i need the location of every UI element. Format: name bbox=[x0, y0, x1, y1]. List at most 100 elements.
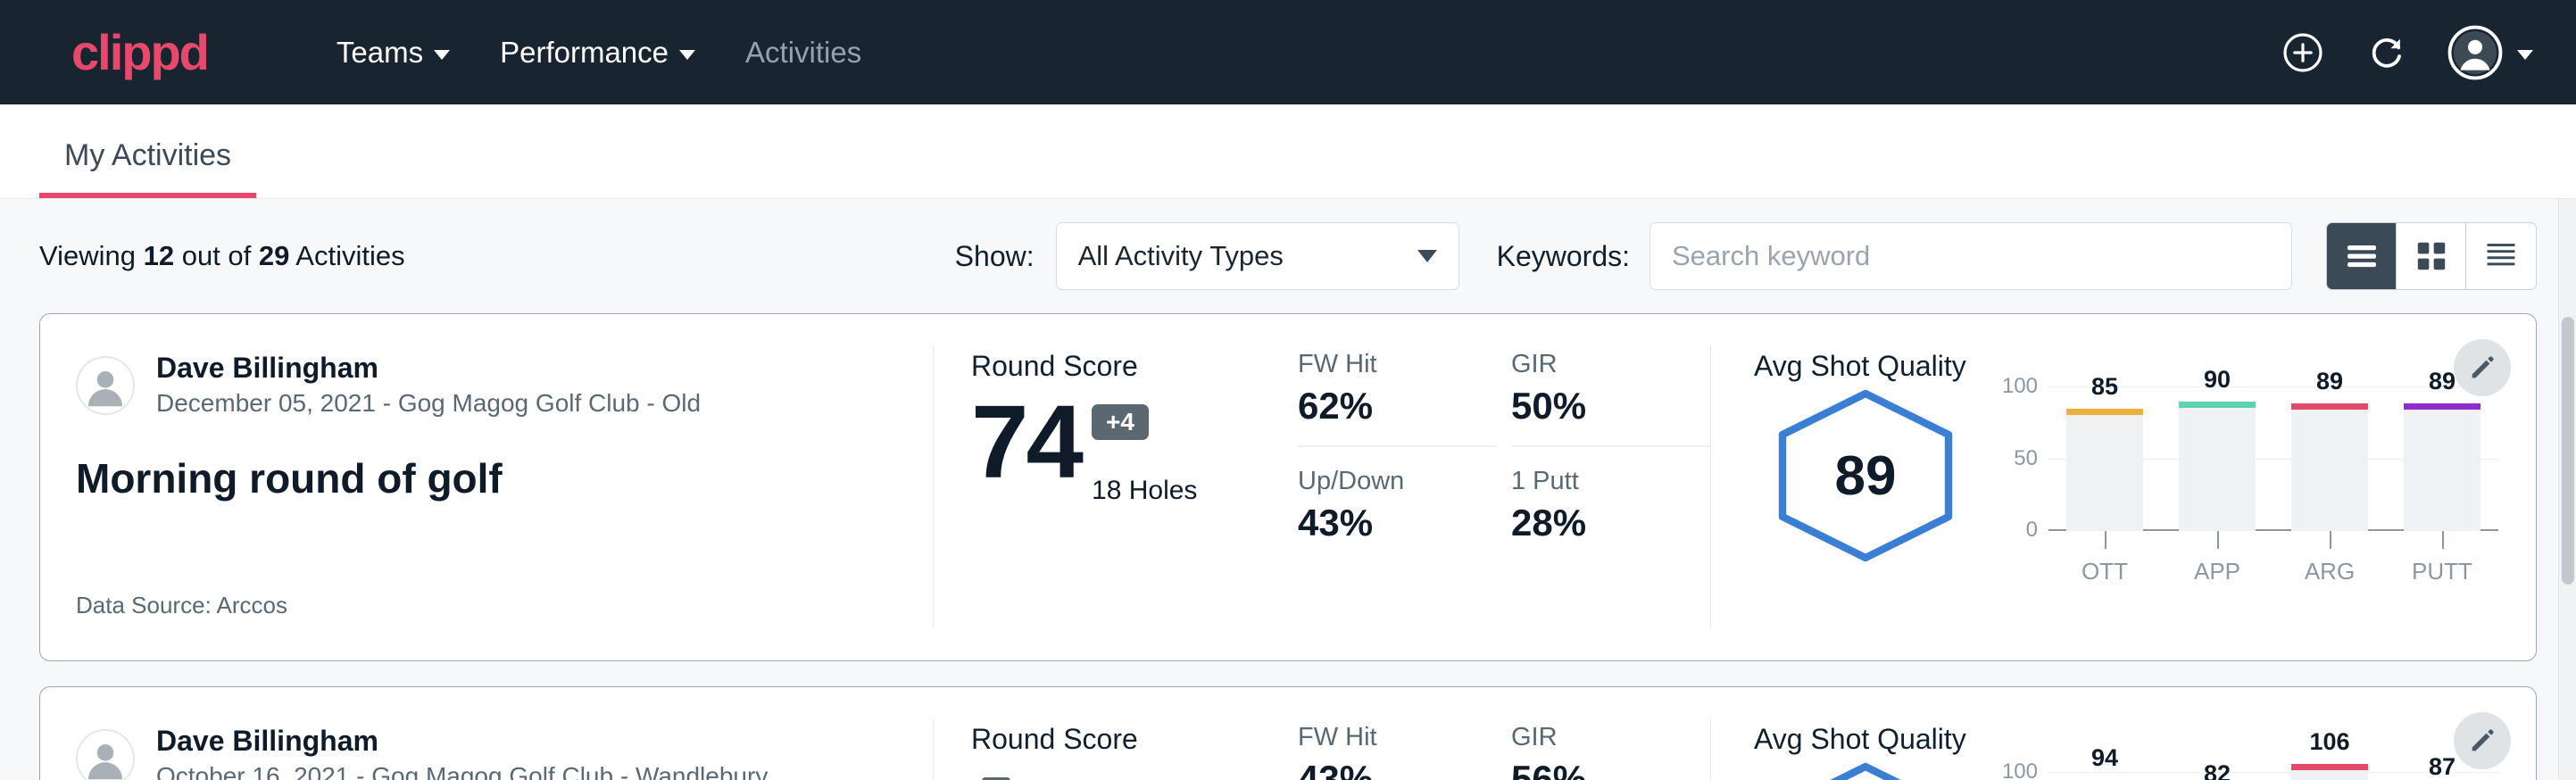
nav-item-activities[interactable]: Activities bbox=[720, 36, 886, 70]
stat-value: 43% bbox=[1298, 502, 1474, 544]
nav-item-teams[interactable]: Teams bbox=[312, 36, 475, 70]
avg-shot-quality-body: 100 50 0 94 bbox=[1754, 759, 2536, 780]
pencil-icon bbox=[2467, 353, 2497, 383]
chart-bars: 85 90 89 bbox=[2048, 386, 2498, 531]
nav-item-performance-label: Performance bbox=[500, 36, 669, 70]
round-stats-grid: FW Hit 62% GIR 50% Up/Down 43% 1 Putt 28… bbox=[1291, 314, 1710, 660]
show-filter-group: Show: All Activity Types bbox=[955, 222, 1459, 290]
shot-quality-bar-chart: 100 50 0 85 bbox=[1990, 386, 2498, 578]
activity-user: Dave Billingham October 16, 2021 - Gog M… bbox=[76, 723, 933, 780]
bar-app: 90 bbox=[2179, 402, 2256, 531]
shot-quality-bar-chart: 100 50 0 94 bbox=[1990, 759, 2498, 780]
stat-gir: GIR 50% bbox=[1511, 350, 1710, 447]
view-mode-compact-button[interactable] bbox=[2466, 223, 2536, 289]
stat-label: Up/Down bbox=[1298, 467, 1474, 496]
bar-cap-putt bbox=[2404, 403, 2480, 410]
stat-value: 28% bbox=[1511, 502, 1687, 544]
x-label-ott: OTT bbox=[2082, 558, 2128, 585]
nav-item-activities-label: Activities bbox=[745, 36, 861, 70]
bar-cap-arg bbox=[2291, 764, 2368, 770]
search-input[interactable] bbox=[1649, 222, 2292, 290]
app-logo[interactable]: clippd bbox=[71, 28, 208, 78]
nav-item-teams-label: Teams bbox=[337, 36, 423, 70]
avatar bbox=[76, 729, 135, 780]
scrollbar-thumb[interactable] bbox=[2562, 317, 2574, 585]
show-label: Show: bbox=[955, 240, 1035, 273]
round-score-value-row: 74 +4 18 Holes bbox=[971, 388, 1291, 506]
account-menu-button[interactable] bbox=[2447, 25, 2533, 80]
page-tab-bar: My Activities bbox=[0, 104, 2576, 199]
activity-type-select[interactable]: All Activity Types bbox=[1056, 222, 1459, 290]
view-mode-list-button[interactable] bbox=[2327, 223, 2397, 289]
round-score-side: +4 18 Holes bbox=[1092, 388, 1197, 506]
stat-1-putt: 1 Putt 28% bbox=[1511, 467, 1710, 544]
viewing-count: 12 bbox=[144, 240, 174, 271]
bar-value-ott: 94 bbox=[2066, 744, 2143, 772]
bar-cell-arg: 89 bbox=[2273, 386, 2386, 531]
add-button[interactable] bbox=[2280, 29, 2326, 76]
activity-user-text: Dave Billingham December 05, 2021 - Gog … bbox=[156, 350, 701, 420]
bar-cell-arg: 106 bbox=[2273, 759, 2386, 780]
viewing-total: 29 bbox=[259, 240, 289, 271]
activity-meta: December 05, 2021 - Gog Magog Golf Club … bbox=[156, 386, 701, 420]
quality-score-value bbox=[1763, 759, 1968, 780]
person-icon bbox=[78, 731, 133, 780]
person-icon bbox=[78, 358, 133, 413]
bar-cap-ott bbox=[2066, 409, 2143, 415]
bar-arg: 89 bbox=[2291, 403, 2368, 531]
view-mode-grid-button[interactable] bbox=[2397, 223, 2466, 289]
activity-card[interactable]: Dave Billingham December 05, 2021 - Gog … bbox=[39, 313, 2537, 661]
bar-cell-ott: 94 bbox=[2048, 759, 2161, 780]
activity-card[interactable]: Dave Billingham October 16, 2021 - Gog M… bbox=[39, 686, 2537, 780]
activity-user-name: Dave Billingham bbox=[156, 350, 701, 386]
chart-x-labels: OTT APP ARG PUTT bbox=[2048, 531, 2498, 585]
avg-shot-quality-body: 89 100 50 0 bbox=[1754, 386, 2536, 578]
ytick-50: 50 bbox=[2014, 446, 2038, 471]
round-score-side bbox=[982, 761, 1010, 780]
primary-nav: Teams Performance Activities bbox=[312, 36, 886, 70]
grid-view-icon bbox=[2414, 239, 2448, 273]
nav-item-performance[interactable]: Performance bbox=[475, 36, 720, 70]
bar-value-app: 82 bbox=[2179, 760, 2256, 780]
bar-putt: 89 bbox=[2404, 403, 2480, 531]
pencil-icon bbox=[2467, 726, 2497, 756]
round-score-column: Round Score 74 +4 18 Holes bbox=[934, 314, 1291, 660]
round-score-value: 74 bbox=[971, 388, 1081, 497]
bar-value-app: 90 bbox=[2179, 366, 2256, 394]
edit-activity-button[interactable] bbox=[2454, 339, 2511, 396]
bar-cap-app bbox=[2179, 402, 2256, 408]
x-label-cell: PUTT bbox=[2386, 531, 2498, 585]
bar-value-ott: 85 bbox=[2066, 373, 2143, 401]
bar-arg: 106 bbox=[2291, 764, 2368, 780]
activity-info-column: Dave Billingham December 05, 2021 - Gog … bbox=[40, 314, 933, 660]
compact-view-icon bbox=[2483, 241, 2519, 271]
chevron-down-icon bbox=[679, 50, 695, 60]
stat-fw-hit: FW Hit 62% bbox=[1298, 350, 1497, 447]
edit-activity-button[interactable] bbox=[2454, 712, 2511, 769]
top-navigation-bar: clippd Teams Performance Activities bbox=[0, 0, 2576, 104]
stat-label: 1 Putt bbox=[1511, 467, 1687, 496]
chevron-down-icon bbox=[434, 50, 450, 60]
x-label-putt: PUTT bbox=[2412, 558, 2472, 585]
x-label-arg: ARG bbox=[2305, 558, 2355, 585]
page-scrollbar[interactable] bbox=[2558, 199, 2576, 780]
stat-value: 62% bbox=[1298, 385, 1474, 427]
x-label-app: APP bbox=[2194, 558, 2240, 585]
tab-my-activities[interactable]: My Activities bbox=[39, 138, 256, 198]
bar-cell-putt: 89 bbox=[2386, 386, 2498, 531]
activity-type-select-value: All Activity Types bbox=[1078, 240, 1417, 272]
activity-title: Morning round of golf bbox=[76, 454, 933, 502]
round-score-value-row bbox=[971, 761, 1291, 780]
bar-cell-app: 82 bbox=[2161, 759, 2273, 780]
round-score-label: Round Score bbox=[971, 723, 1291, 756]
nav-actions bbox=[2280, 25, 2533, 80]
bar-ott: 85 bbox=[2066, 409, 2143, 531]
refresh-button[interactable] bbox=[2364, 29, 2410, 76]
stat-value: 56% bbox=[1511, 758, 1687, 780]
avg-shot-quality-column: Avg Shot Quality 100 50 0 bbox=[1711, 687, 2536, 780]
round-score-column: Round Score bbox=[934, 687, 1291, 780]
stat-value: 50% bbox=[1511, 385, 1687, 427]
viewing-prefix: Viewing bbox=[39, 240, 144, 271]
quality-hexagon: 89 bbox=[1763, 386, 1968, 565]
filter-toolbar: Viewing 12 out of 29 Activities Show: Al… bbox=[39, 199, 2537, 313]
